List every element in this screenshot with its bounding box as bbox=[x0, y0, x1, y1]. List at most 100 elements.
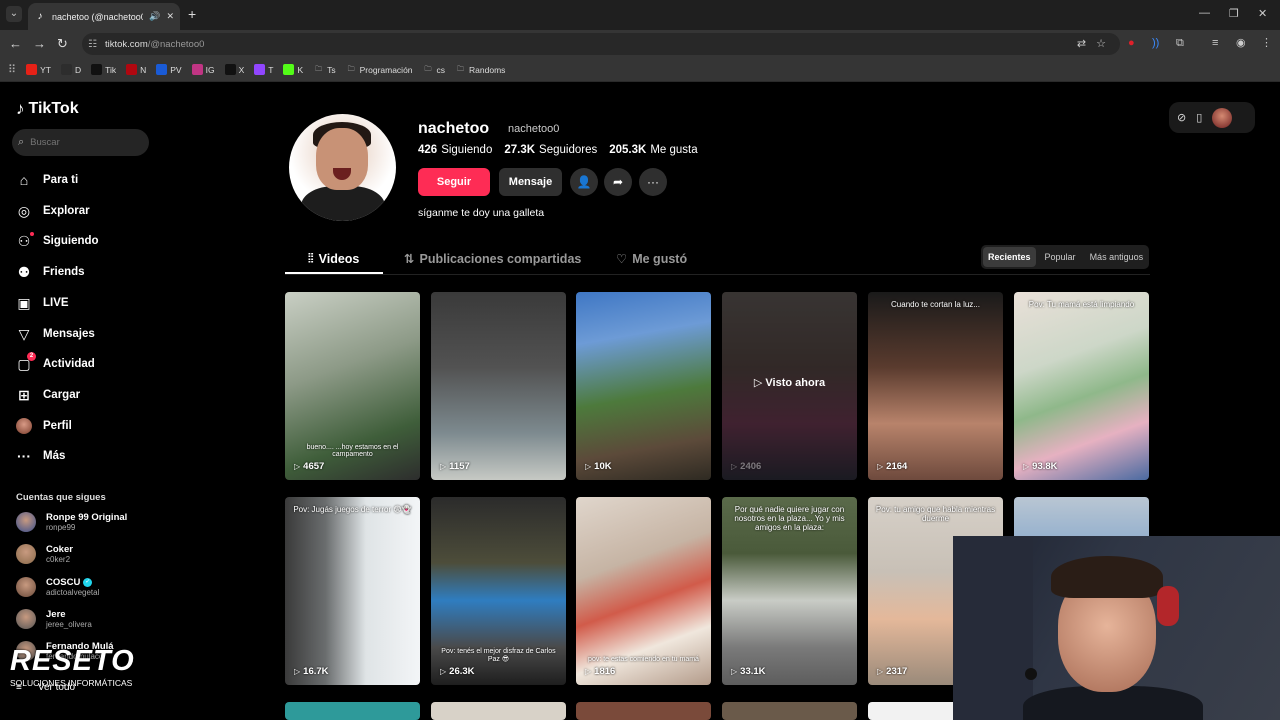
close-tab-icon[interactable]: ✕ bbox=[166, 11, 174, 22]
video-thumbnail[interactable]: pov: te estas comiendo en tu mamá ▷ 1816 bbox=[576, 497, 711, 685]
media-control-icon[interactable]: ≡ bbox=[1212, 35, 1218, 51]
new-tab-icon[interactable]: + bbox=[188, 6, 196, 22]
audio-playing-icon[interactable]: 🔊 bbox=[149, 11, 160, 22]
forward-icon[interactable]: → bbox=[33, 36, 46, 52]
video-thumbnail[interactable]: Cuando te cortan la luz... ▷ 2164 bbox=[868, 292, 1003, 480]
site-info-icon[interactable]: ☷ bbox=[88, 39, 97, 50]
bookmark-2[interactable]: Tik bbox=[91, 64, 116, 75]
translate-icon[interactable]: ⇄ bbox=[1077, 37, 1086, 50]
video-thumbnail[interactable]: Pov: Jugás juegos de terror 😨👻 ▷ 16.7K bbox=[285, 497, 420, 685]
add-friend-icon[interactable]: 👤 bbox=[570, 168, 598, 196]
friends-icon: ⚉ bbox=[17, 264, 31, 281]
sidebar-item-cargar[interactable]: ⊞ Cargar bbox=[16, 387, 80, 403]
browser-tab-active[interactable]: ♪ nachetoo (@nachetoo0) | TikTok 🔊 ✕ bbox=[28, 3, 180, 30]
browser-menu-icon[interactable]: ⋮ bbox=[1261, 35, 1272, 51]
repost-icon: ⇅ bbox=[404, 252, 415, 266]
followed-account[interactable]: Jere jeree_olivera bbox=[16, 608, 92, 629]
bookmark-12[interactable]: 🗀 Randoms bbox=[455, 64, 505, 75]
sort-option-2[interactable]: Más antiguos bbox=[1085, 247, 1149, 267]
bookmark-star-icon[interactable]: ☆ bbox=[1096, 37, 1106, 50]
bookmark-11[interactable]: 🗀 cs bbox=[423, 64, 446, 75]
profile-avatar[interactable] bbox=[289, 114, 396, 221]
tab-videos[interactable]: ⦙⦙ Videos bbox=[308, 251, 359, 266]
bookmark-1[interactable]: D bbox=[60, 64, 81, 75]
sidebar-item-perfil[interactable]: Perfil bbox=[16, 417, 72, 434]
bookmark-label: K bbox=[297, 64, 304, 75]
video-thumbnail[interactable]: Pov: tenés el mejor disfraz de Carlos Pa… bbox=[431, 497, 566, 685]
bookmark-0[interactable]: YT bbox=[26, 64, 51, 75]
share-icon[interactable]: ➦ bbox=[604, 168, 632, 196]
followed-account[interactable]: COSCU ✓ adictoalvegetal bbox=[16, 576, 99, 597]
url-text[interactable]: tiktok.com/@nachetoo0 bbox=[105, 39, 204, 50]
browser-profile-icon[interactable]: ◉ bbox=[1236, 35, 1246, 51]
bookmark-9[interactable]: 🗀 Ts bbox=[313, 64, 336, 75]
extension-red-icon[interactable]: ● bbox=[1128, 35, 1135, 51]
coins-icon[interactable]: ⊘ bbox=[1177, 111, 1186, 124]
video-thumbnail[interactable]: Por qué nadie quiere jugar con nosotros … bbox=[722, 497, 857, 685]
extension-blue-icon[interactable]: )) bbox=[1152, 35, 1159, 51]
tiktok-note-icon: ♪ bbox=[16, 99, 25, 118]
sort-toggle: Recientes Popular Más antiguos bbox=[981, 245, 1149, 269]
video-thumbnail-partial[interactable] bbox=[285, 702, 420, 720]
following-stat[interactable]: 426 Siguiendo bbox=[418, 144, 492, 156]
video-thumbnail[interactable]: ▷ 1157 bbox=[431, 292, 566, 480]
bookmark-6[interactable]: X bbox=[224, 64, 244, 75]
sidebar-item-para-ti[interactable]: ⌂ Para ti bbox=[16, 172, 78, 188]
minimize-icon[interactable]: — bbox=[1199, 7, 1210, 19]
address-bar[interactable]: ☷ tiktok.com/@nachetoo0 ⇄ ☆ bbox=[82, 33, 1120, 55]
video-thumbnail[interactable]: Pov: Tu mamá está limpiando ▷ 93.8K bbox=[1014, 292, 1149, 480]
visto-ahora-label: ▷ Visto ahora bbox=[753, 377, 826, 389]
video-thumbnail[interactable]: bueno.... ...hoy estamos en el campament… bbox=[285, 292, 420, 480]
sidebar-item-label: Explorar bbox=[43, 204, 90, 217]
sidebar-item-live[interactable]: ▣ LIVE bbox=[16, 295, 68, 311]
search-input[interactable] bbox=[30, 137, 131, 148]
followed-account[interactable]: Ronpe 99 Original ronpe99 bbox=[16, 512, 127, 532]
user-avatar[interactable] bbox=[1212, 107, 1233, 128]
bookmark-5[interactable]: IG bbox=[191, 64, 215, 75]
sidebar-item-más[interactable]: ··· Más bbox=[16, 448, 65, 464]
bookmark-3[interactable]: N bbox=[126, 64, 146, 75]
video-thumbnail-partial[interactable] bbox=[431, 702, 566, 720]
video-thumbnail-partial[interactable] bbox=[722, 702, 857, 720]
profile-avatar-icon bbox=[16, 417, 32, 434]
video-view-count: ▷ 2164 bbox=[877, 461, 907, 472]
video-thumbnail[interactable]: ▷ 10K bbox=[576, 292, 711, 480]
sidebar-item-friends[interactable]: ⚉ Friends bbox=[16, 264, 85, 280]
search-box[interactable]: ⌕ bbox=[12, 129, 149, 156]
tab-search-icon[interactable]: ⌄ bbox=[6, 6, 22, 22]
play-icon: ▷ bbox=[1023, 462, 1030, 471]
sidebar-item-mensajes[interactable]: ▽ Mensajes bbox=[16, 326, 95, 342]
video-view-count: ▷ 1157 bbox=[440, 461, 470, 472]
video-caption: Cuando te cortan la luz... bbox=[891, 300, 980, 309]
back-icon[interactable]: ← bbox=[9, 36, 22, 52]
sidebar-item-explorar[interactable]: ◎ Explorar bbox=[16, 203, 90, 219]
bookmark-8[interactable]: K bbox=[283, 64, 303, 75]
reseto-watermark: RESETO SOLUCIONES INFORMÁTICAS bbox=[10, 646, 140, 688]
profile-stats: 426 Siguiendo 27.3K Seguidores 205.3K Me gu… bbox=[418, 144, 698, 156]
sort-option-0[interactable]: Recientes bbox=[983, 247, 1036, 267]
bookmark-favicon-icon bbox=[191, 64, 203, 75]
play-icon: ▷ bbox=[294, 667, 301, 676]
follow-button[interactable]: Seguir bbox=[418, 168, 490, 196]
sidebar-item-actividad[interactable]: ▢ 2 Actividad bbox=[16, 352, 95, 372]
bookmark-label: T bbox=[268, 64, 274, 75]
apps-grid-icon[interactable]: ⠿ bbox=[8, 63, 16, 76]
reload-icon[interactable]: ↻ bbox=[57, 36, 68, 52]
video-thumbnail-partial[interactable] bbox=[576, 702, 711, 720]
tab-publicaciones-compartidas[interactable]: ⇅ Publicaciones compartidas bbox=[404, 251, 581, 267]
tiktok-logo[interactable]: ♪ TikTok bbox=[16, 99, 79, 119]
restore-icon[interactable]: ❐ bbox=[1229, 7, 1239, 20]
device-icon[interactable]: ▯ bbox=[1196, 111, 1202, 124]
bookmark-10[interactable]: 🗀 Programación bbox=[346, 64, 413, 75]
sidebar-item-siguiendo[interactable]: ⚇ Siguiendo bbox=[16, 232, 99, 249]
more-options-icon[interactable]: ··· bbox=[639, 168, 667, 196]
followed-account[interactable]: Coker c0ker2 bbox=[16, 544, 73, 565]
sort-option-1[interactable]: Popular bbox=[1040, 247, 1081, 267]
close-window-icon[interactable]: ✕ bbox=[1258, 7, 1267, 20]
followers-stat[interactable]: 27.3K Seguidores bbox=[504, 144, 597, 156]
bookmark-4[interactable]: PV bbox=[156, 64, 182, 75]
extensions-puzzle-icon[interactable]: ⧉ bbox=[1176, 35, 1184, 51]
tab-me-gustó[interactable]: ♡ Me gustó bbox=[616, 251, 687, 267]
bookmark-7[interactable]: T bbox=[254, 64, 273, 75]
message-button[interactable]: Mensaje bbox=[499, 168, 562, 196]
